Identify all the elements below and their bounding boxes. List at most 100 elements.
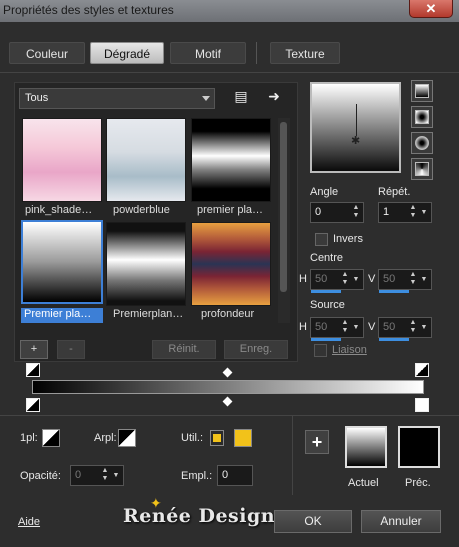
rectangular-style-button[interactable] (411, 106, 433, 128)
scrollbar-thumb[interactable] (280, 122, 287, 292)
center-h-label: H (299, 273, 307, 285)
spin-arrows-icon[interactable]: ▲ ▼ (408, 271, 418, 288)
arrow-right-icon[interactable]: ➜ (266, 88, 282, 104)
location-label: Empl.: (181, 470, 213, 482)
tab-degrade[interactable]: Dégradé (90, 42, 164, 64)
category-dropdown[interactable]: Tous (19, 88, 215, 109)
angle-handle[interactable] (356, 104, 357, 136)
slider-bar[interactable] (379, 290, 409, 293)
reset-button[interactable]: Réinit. (152, 340, 216, 359)
swatch-label: premier pla… (197, 204, 264, 216)
gradient-end-stop[interactable] (415, 398, 429, 412)
opacity-input[interactable]: 0 ▲ ▼ ▼ (70, 465, 124, 486)
add-stop-button[interactable]: + (305, 430, 329, 454)
title-bar: Propriétés des styles et textures ✕ (0, 0, 459, 22)
swatch-premier-plan-1[interactable] (191, 118, 271, 202)
opacity-value: 0 (75, 469, 82, 481)
gradient-preview[interactable]: ✱ (310, 82, 401, 173)
tab-couleur[interactable]: Couleur (9, 42, 85, 64)
chevron-down-icon[interactable]: ▼ (419, 204, 429, 221)
angle-input[interactable]: 0 ▲ ▼ (310, 202, 364, 223)
swatch-pink-shade[interactable] (22, 118, 102, 202)
vertical-divider (292, 415, 293, 495)
gradient-editor-bar[interactable] (32, 380, 424, 394)
sunburst-style-button[interactable] (411, 132, 433, 154)
source-h-value: 50 (315, 321, 328, 333)
repeat-value: 1 (383, 206, 390, 218)
chevron-down-icon (202, 96, 210, 101)
center-v-input[interactable]: 50 ▲ ▼ ▼ (378, 269, 432, 293)
current-preview (345, 426, 387, 468)
spin-arrows-icon[interactable]: ▲ ▼ (100, 467, 110, 484)
spin-arrows-icon[interactable]: ▲ ▼ (340, 271, 350, 288)
source-label: Source (310, 299, 345, 311)
save-button[interactable]: Enreg. (224, 340, 288, 359)
user-label: Util.: (181, 432, 203, 444)
location-input[interactable]: 0 (217, 465, 253, 486)
slider-bar[interactable] (311, 338, 341, 341)
watermark-text: Renée Design (123, 505, 276, 527)
previous-label: Préc. (405, 477, 431, 489)
chevron-down-icon[interactable]: ▼ (419, 319, 429, 336)
tabs-divider (0, 72, 459, 73)
tab-motif[interactable]: Motif (170, 42, 246, 64)
foreground-swatch[interactable] (42, 429, 60, 447)
swatch-powderblue[interactable] (106, 118, 186, 202)
invert-checkbox[interactable] (315, 233, 328, 246)
repeat-label: Répét. (378, 186, 411, 198)
remove-gradient-button[interactable]: - (57, 340, 85, 359)
close-button[interactable]: ✕ (409, 0, 453, 18)
linear-style-button[interactable] (411, 80, 433, 102)
tab-separator (256, 42, 257, 64)
user-color-swatch[interactable] (234, 429, 252, 447)
spin-arrows-icon[interactable]: ▲ ▼ (340, 319, 350, 336)
swatch-premier-plan-selected[interactable] (21, 220, 103, 304)
gradient-start-stop-top[interactable] (26, 363, 40, 377)
source-v-label: V (368, 321, 376, 333)
link-checkbox[interactable] (314, 344, 327, 357)
source-h-label: H (299, 321, 307, 333)
center-h-value: 50 (315, 273, 328, 285)
cancel-button[interactable]: Annuler (361, 510, 441, 533)
chevron-down-icon[interactable]: ▼ (351, 271, 361, 288)
location-value: 0 (222, 469, 229, 481)
current-label: Actuel (348, 477, 379, 489)
tab-texture[interactable]: Texture (270, 42, 340, 64)
slider-bar[interactable] (311, 290, 341, 293)
ok-button[interactable]: OK (274, 510, 352, 533)
linear-gradient-icon (415, 84, 429, 98)
source-h-input[interactable]: 50 ▲ ▼ ▼ (310, 317, 364, 341)
library-scrollbar[interactable] (278, 118, 290, 323)
spin-arrows-icon[interactable]: ▲ ▼ (408, 319, 418, 336)
spin-arrows-icon[interactable]: ▲ ▼ (408, 204, 418, 221)
slider-bar[interactable] (379, 338, 409, 341)
rectangular-gradient-icon (415, 110, 429, 124)
source-v-input[interactable]: 50 ▲ ▼ ▼ (378, 317, 432, 341)
swatch-label: profondeur (201, 308, 255, 320)
chevron-down-icon[interactable]: ▼ (351, 319, 361, 336)
repeat-input[interactable]: 1 ▲ ▼ ▼ (378, 202, 432, 223)
chevron-down-icon[interactable]: ▼ (419, 271, 429, 288)
background-swatch[interactable] (118, 429, 136, 447)
radial-style-button[interactable] (411, 158, 433, 180)
swatch-label: Premierplan… (113, 308, 184, 320)
chevron-down-icon[interactable]: ▼ (111, 467, 121, 484)
angle-label: Angle (310, 186, 339, 198)
library-menu-icon[interactable]: ▤ (233, 88, 249, 104)
foreground-label: 1pl: (20, 432, 38, 444)
help-link[interactable]: Aide (18, 516, 40, 528)
swatch-label: pink_shade… (25, 204, 93, 216)
swatch-label: powderblue (113, 204, 170, 216)
gradient-start-stop[interactable] (26, 398, 40, 412)
gradient-end-stop-top[interactable] (415, 363, 429, 377)
swatch-premierplan-2[interactable] (106, 222, 186, 306)
swatch-profondeur[interactable] (191, 222, 271, 306)
source-v-value: 50 (383, 321, 396, 333)
center-marker-icon[interactable]: ✱ (351, 134, 360, 147)
spin-arrows-icon[interactable]: ▲ ▼ (351, 204, 361, 221)
center-h-input[interactable]: 50 ▲ ▼ ▼ (310, 269, 364, 293)
background-label: Arpl: (94, 432, 117, 444)
swatch-label-selected: Premier pla… (21, 308, 103, 323)
add-gradient-button[interactable]: + (20, 340, 48, 359)
user-radio[interactable] (210, 430, 224, 446)
